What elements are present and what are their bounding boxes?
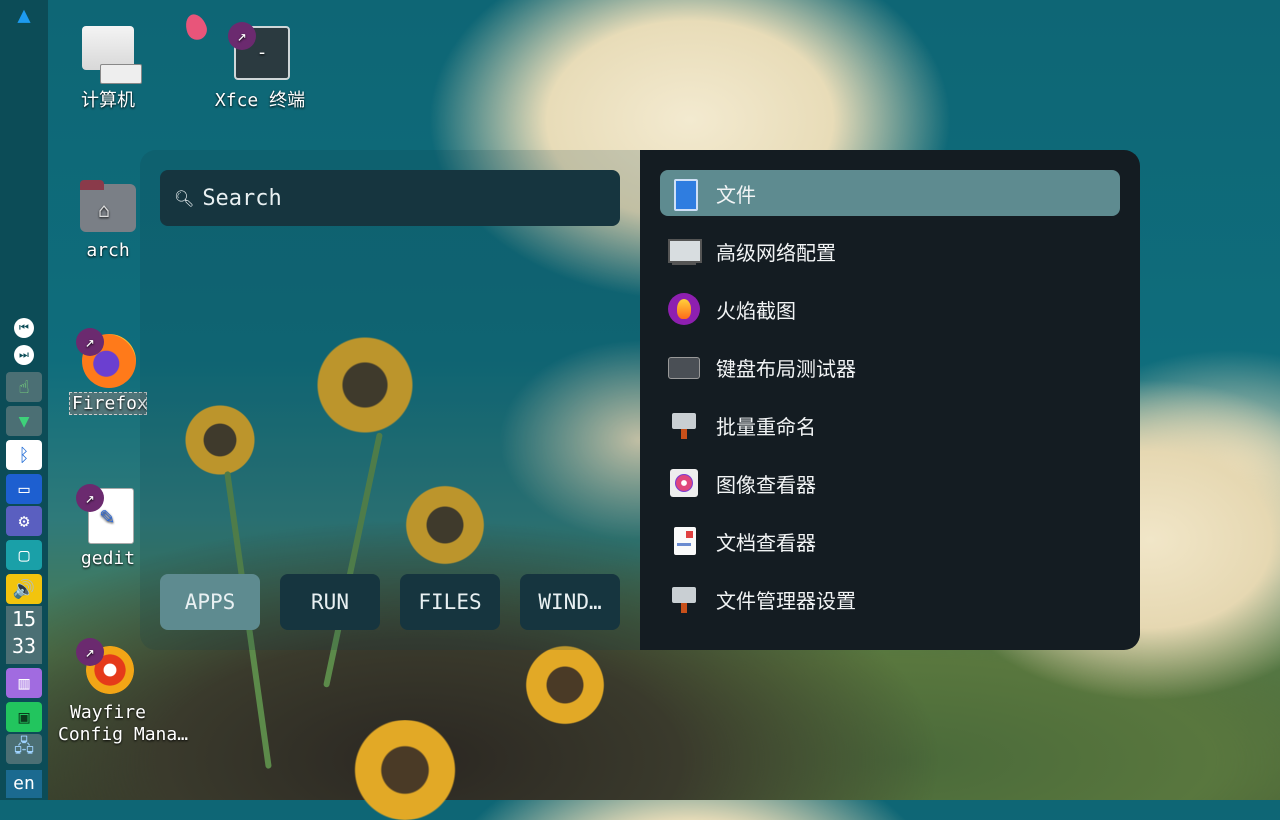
search-placeholder: Search — [202, 185, 282, 211]
result-label: 键盘布局测试器 — [716, 356, 856, 381]
result-item-files[interactable]: 文件 — [660, 170, 1120, 216]
file-manager-settings-icon — [668, 583, 700, 615]
result-label: 火焰截图 — [716, 298, 796, 323]
keyboard-language[interactable]: en — [6, 770, 42, 798]
result-label: 高级网络配置 — [716, 240, 836, 265]
arch-logo-icon[interactable]: ▲ — [12, 4, 36, 28]
desktop-icon-label: 计算机 — [81, 90, 135, 111]
media-next-icon[interactable]: ⏭ — [14, 345, 34, 365]
clock-hour: 15 — [11, 607, 37, 631]
wallpaper-sunflower — [520, 640, 610, 730]
result-item-flameshot[interactable]: 火焰截图 — [660, 286, 1120, 332]
volume-icon[interactable]: 🔊 — [6, 574, 42, 604]
results-list — [640, 150, 1140, 650]
firefox-icon: ↗ — [76, 328, 136, 388]
bulk-rename-icon — [668, 409, 700, 441]
media-prev-icon[interactable]: ⏮ — [14, 318, 34, 338]
shortcut-arrow-icon: ↗ — [76, 484, 104, 512]
tab-files[interactable]: FILES — [400, 574, 500, 630]
workspace-icon[interactable]: ▥ — [6, 668, 42, 698]
desktop-icon-label: Firefox — [69, 392, 147, 415]
result-label: 批量重命名 — [716, 414, 816, 439]
display-off-icon[interactable]: ▭ — [6, 474, 42, 504]
image-viewer-icon — [668, 467, 700, 499]
result-label: 文件管理器设置 — [716, 588, 856, 613]
keyboard-icon — [668, 351, 700, 383]
desktop-icon-label: Wayfire Config Mana… — [58, 702, 189, 745]
shortcut-arrow-icon: ↗ — [228, 22, 256, 50]
network-computer-icon[interactable]: 🖧 — [6, 734, 42, 764]
vpn-shield-icon[interactable]: ▼ — [6, 406, 42, 436]
result-item-network-config[interactable]: 高级网络配置 — [660, 228, 1120, 274]
gedit-icon: ✎ ↗ — [76, 484, 136, 544]
desktop-icon-wayfire-config[interactable]: ↗ Wayfire Config Mana… — [58, 638, 189, 746]
home-folder-icon: ⌂ — [80, 180, 136, 236]
tab-run[interactable]: RUN — [280, 574, 380, 630]
search-icon: 🔍︎ — [174, 188, 195, 208]
desktop-icon-computer[interactable]: 计算机 — [58, 26, 158, 112]
result-item-bulk-rename[interactable]: 批量重命名 — [660, 402, 1120, 448]
touch-icon[interactable]: ☝ — [6, 372, 42, 402]
tab-windows[interactable]: WIND… — [520, 574, 620, 630]
tab-apps[interactable]: APPS — [160, 574, 260, 630]
network-config-icon — [668, 235, 702, 267]
settings-gear-icon[interactable]: ⚙ — [6, 506, 42, 536]
result-label: 文件 — [716, 182, 756, 207]
wayfire-icon: ↗ — [76, 638, 136, 698]
terminal-icon: - ↗ — [228, 22, 290, 82]
screen-share-icon[interactable]: ▢ — [6, 540, 42, 570]
result-item-image-viewer[interactable]: 图像查看器 — [660, 460, 1120, 506]
desktop-icon-label: Xfce 终端 — [214, 90, 306, 111]
clock-minute: 33 — [11, 634, 37, 658]
result-label: 文档查看器 — [716, 530, 816, 555]
shortcut-arrow-icon: ↗ — [76, 328, 104, 356]
result-item-file-manager-settings[interactable]: 文件管理器设置 — [660, 576, 1120, 622]
bluetooth-icon[interactable]: ᛒ — [6, 440, 42, 470]
flameshot-icon — [668, 293, 700, 325]
result-item-keyboard-tester[interactable]: 键盘布局测试器 — [660, 344, 1120, 390]
clock[interactable]: 15 33 — [6, 606, 42, 664]
side-panel: ▲ ⏮ ⏭ ☝ ▼ ᛒ ▭ ⚙ ▢ 🔊 15 33 ▥ ▣ 🖧 en — [0, 0, 48, 800]
shortcut-arrow-icon: ↗ — [76, 638, 104, 666]
desktop-icon-xfce-terminal[interactable]: - ↗ Xfce 终端 — [210, 22, 310, 112]
computer-icon — [80, 26, 142, 84]
cpu-chip-icon[interactable]: ▣ — [6, 702, 42, 732]
result-item-document-viewer[interactable]: 文档查看器 — [660, 518, 1120, 564]
file-cabinet-icon — [668, 177, 700, 211]
search-input[interactable]: 🔍︎ Search — [160, 170, 620, 226]
wallpaper-sunflower — [340, 720, 470, 820]
cursor-drop-icon — [182, 11, 210, 43]
result-label: 图像查看器 — [716, 472, 816, 497]
document-viewer-icon — [668, 525, 700, 557]
